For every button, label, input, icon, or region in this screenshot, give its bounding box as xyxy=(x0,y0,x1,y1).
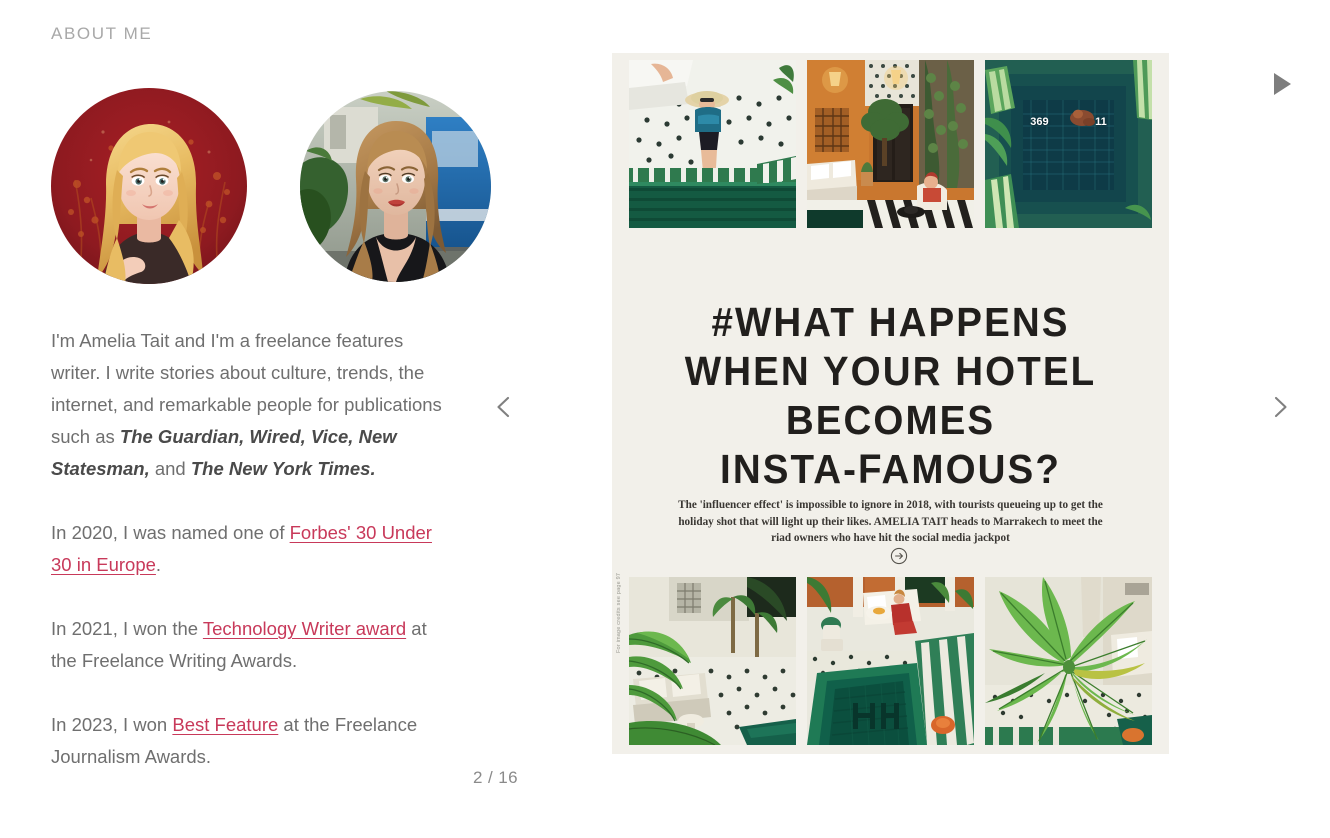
bio-text: I'm Amelia Tait and I'm a freelance feat… xyxy=(51,325,443,773)
headline-line: WHEN YOUR HOTEL xyxy=(684,348,1097,394)
avatar xyxy=(300,91,491,282)
green-pool-overhead-photo xyxy=(807,577,974,745)
aerial-pool-image xyxy=(985,60,1152,228)
aerial-pool-photo: 369 11 xyxy=(985,60,1152,228)
riad-courtyard-image xyxy=(807,60,974,228)
headline-line: BECOMES xyxy=(785,397,996,443)
article-standfirst: The 'influencer effect' is impossible to… xyxy=(678,499,1103,544)
bio-paragraph-intro: I'm Amelia Tait and I'm a freelance feat… xyxy=(51,325,443,485)
forbes-prefix: In 2020, I was named one of xyxy=(51,522,290,543)
forbes-suffix: . xyxy=(155,554,162,575)
chevron-right-icon xyxy=(1274,396,1287,418)
next-slide-button[interactable] xyxy=(1265,392,1295,422)
technology-writer-award-link[interactable]: Technology Writer award xyxy=(203,618,406,639)
article-headline: #WHAT HAPPENS WHEN YOUR HOTEL BECOMES IN… xyxy=(629,298,1153,494)
play-slideshow-button[interactable] xyxy=(1268,70,1296,98)
about-me-column: ABOUT ME I'm Amelia Tait and I'm a freel… xyxy=(51,0,491,838)
best-feature-prefix: In 2023, I won xyxy=(51,714,173,735)
poolside-sunhat-photo xyxy=(629,60,796,228)
page-title: ABOUT ME xyxy=(51,24,153,43)
headline-line: #WHAT HAPPENS xyxy=(711,299,1070,345)
avatar xyxy=(51,88,247,284)
poolside-sunhat-image xyxy=(629,60,796,228)
bio-paragraph-best-feature: In 2023, I won Best Feature at the Freel… xyxy=(51,709,443,773)
publication-list-2: The New York Times. xyxy=(190,458,376,479)
courtyard-banana-palms-photo xyxy=(629,577,796,745)
previous-slide-button[interactable] xyxy=(489,392,519,422)
bio-conjunction: and xyxy=(149,458,191,479)
bio-paragraph-forbes: In 2020, I was named one of Forbes' 30 U… xyxy=(51,517,443,581)
photo-portrait-icon xyxy=(300,91,491,282)
best-feature-link[interactable]: Best Feature xyxy=(172,714,278,735)
chevron-left-icon xyxy=(497,396,510,418)
green-pool-overhead-image xyxy=(807,577,974,745)
banana-plant-photo xyxy=(985,577,1152,745)
tech-writer-prefix: In 2021, I won the xyxy=(51,618,203,639)
bio-paragraph-tech-writer: In 2021, I won the Technology Writer awa… xyxy=(51,613,443,677)
illustrated-portrait-icon xyxy=(51,88,247,284)
circled-arrow-right-icon xyxy=(890,547,908,565)
continue-arrow-badge xyxy=(890,547,908,565)
slide-counter: 2 / 16 xyxy=(473,768,518,787)
magazine-spread-slide[interactable]: For image credits see page 97 369 11 #WH… xyxy=(612,53,1169,754)
bottom-photo-row xyxy=(612,577,1169,745)
headline-line: INSTA-FAMOUS? xyxy=(720,446,1061,492)
avatar-group xyxy=(51,88,491,288)
banana-plant-image xyxy=(985,577,1152,745)
play-triangle-icon xyxy=(1274,73,1291,95)
riad-courtyard-photo xyxy=(807,60,974,228)
courtyard-banana-palms-image xyxy=(629,577,796,745)
top-photo-row: 369 11 xyxy=(612,60,1169,228)
